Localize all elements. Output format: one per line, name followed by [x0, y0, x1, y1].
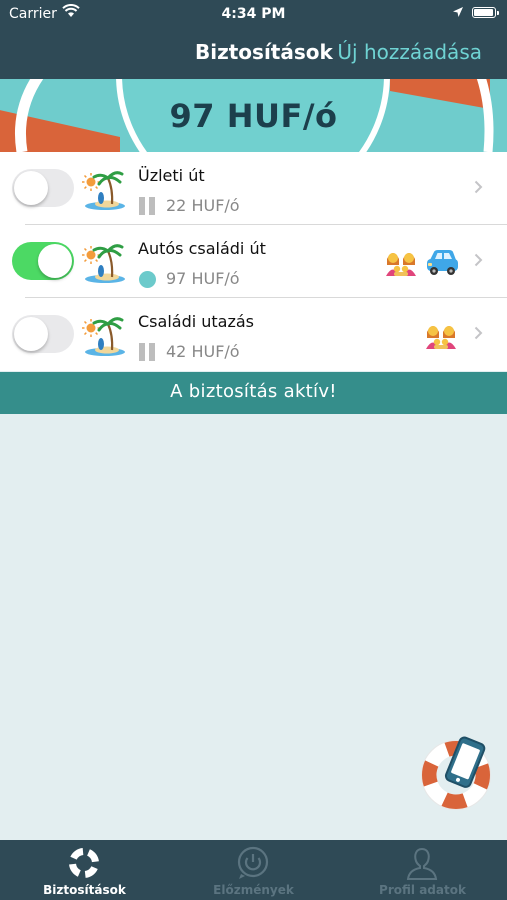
- insurance-row[interactable]: Autós családi út 97 HUF/ó: [0, 225, 507, 298]
- insurance-price: 97 HUF/ó: [166, 269, 240, 288]
- profile-icon: [406, 847, 438, 880]
- car-icon: [427, 250, 458, 275]
- beach-island-icon: [82, 244, 125, 283]
- insurance-active-banner: A biztosítás aktív!: [0, 372, 507, 414]
- pause-icon: [139, 343, 156, 361]
- tab-bar: Biztosítások Előzmények Profil adatok: [0, 840, 507, 900]
- insurance-price: 22 HUF/ó: [166, 196, 240, 215]
- insurance-name: Üzleti út: [138, 166, 205, 185]
- tab-profil-adatok[interactable]: Profil adatok: [338, 840, 507, 900]
- chevron-right-icon: [474, 253, 483, 267]
- family-icon: [426, 326, 456, 349]
- beach-island-icon: [82, 317, 125, 356]
- status-bar: Carrier 4:34 PM: [0, 0, 507, 28]
- insurance-row[interactable]: Üzleti út 22 HUF/ó: [0, 152, 507, 225]
- insurance-toggle[interactable]: [12, 315, 74, 353]
- lifebuoy-icon: [69, 848, 99, 878]
- family-icon: [386, 253, 416, 276]
- tab-label: Biztosítások: [43, 883, 126, 897]
- status-time: 4:34 PM: [221, 6, 286, 22]
- chevron-right-icon: [474, 326, 483, 340]
- insurance-price: 42 HUF/ó: [166, 342, 240, 361]
- insurance-toggle[interactable]: [12, 242, 74, 280]
- tab-label: Előzmények: [213, 883, 294, 897]
- add-new-button[interactable]: Új hozzáadása: [337, 40, 482, 64]
- tab-elozmenyek[interactable]: Előzmények: [169, 840, 338, 900]
- history-icon: [237, 846, 269, 879]
- page-title: Biztosítások: [195, 40, 333, 64]
- active-dot-icon: [139, 271, 156, 288]
- chevron-right-icon: [474, 180, 483, 194]
- pause-icon: [139, 197, 156, 215]
- insurance-name: Autós családi út: [138, 239, 266, 258]
- phone-lifebuoy-button[interactable]: [418, 733, 496, 811]
- tab-label: Profil adatok: [379, 883, 466, 897]
- insurance-row[interactable]: Családi utazás 42 HUF/ó: [0, 298, 507, 371]
- insurance-list: Üzleti út 22 HUF/ó Autós családi út 97 H…: [0, 152, 507, 371]
- header: Carrier 4:34 PM Biztosítások Új hozzáadá…: [0, 0, 507, 79]
- insurance-toggle[interactable]: [12, 169, 74, 207]
- total-price: 97 HUF/ó: [169, 97, 338, 135]
- location-arrow-icon: [453, 7, 463, 17]
- battery-icon: [472, 7, 499, 18]
- insurance-name: Családi utazás: [138, 312, 255, 331]
- tab-biztositasok[interactable]: Biztosítások: [0, 840, 169, 900]
- beach-island-icon: [82, 171, 125, 210]
- total-price-hero: 97 HUF/ó: [0, 79, 507, 152]
